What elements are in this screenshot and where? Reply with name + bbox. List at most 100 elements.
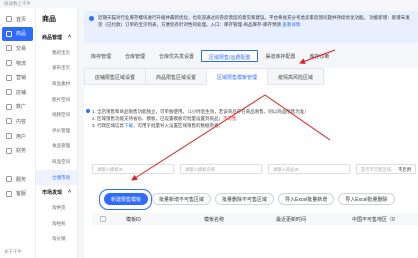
notice-link[interactable]: 查看详情 bbox=[282, 22, 300, 27]
nav-label: 物流 bbox=[16, 60, 27, 67]
tip-line-2: 2. 区域限售功能支持省份、模板，已设置模板可批量设置到商品；不可售 bbox=[92, 115, 392, 122]
nav2-item[interactable]: 商品素材 bbox=[36, 76, 77, 92]
template-name-input[interactable]: 请输入模板名称 bbox=[180, 164, 262, 174]
tips-panel: 1. 全店限售和商品限售功能独立，可单独使用。（1小时后生效，若该商品存在商品限… bbox=[86, 108, 392, 129]
batch-add-button[interactable]: 批量新增不可售区域 bbox=[152, 193, 212, 205]
notice-banner: 近期天猫对行业库存模块进行升级并最新优化，也欢迎通过问卷反馈您的意见和建议。平台… bbox=[84, 11, 418, 43]
nav-label: 交易 bbox=[16, 45, 27, 52]
nav-label: 服务 bbox=[16, 176, 27, 183]
col-updated-time: 最近更新时间 bbox=[276, 217, 307, 223]
nav-item-service[interactable]: 服务 bbox=[0, 172, 35, 187]
data-icon bbox=[6, 103, 12, 110]
about-link[interactable]: 关于千牛 bbox=[4, 249, 22, 255]
subtab-template-manage[interactable]: 区域限售模板管理 bbox=[206, 68, 269, 85]
col-unsaleable-region: 中国不可售地区（0 bbox=[352, 217, 395, 223]
select-value: 不启用 bbox=[398, 167, 411, 172]
template-id-input[interactable]: 请输入模板ID bbox=[92, 164, 174, 174]
nav-item-finance[interactable]: 财务 bbox=[0, 143, 35, 158]
section-title: 商品 bbox=[42, 16, 56, 23]
content-card: 店铺限售区域设置 商品限售区域设置 区域限售模板管理 疫情高风险区域 1. 全店… bbox=[84, 68, 418, 258]
nav-item-home[interactable]: 首页 bbox=[0, 12, 35, 27]
marketing-icon bbox=[6, 74, 12, 81]
unsaleable-select[interactable]: 是否不可售区域 不启用 bbox=[356, 164, 416, 174]
nav-item-marketing[interactable]: 营销 bbox=[0, 70, 35, 85]
select-all-checkbox[interactable] bbox=[100, 216, 106, 222]
nav2-item[interactable]: 食品管理 bbox=[36, 139, 77, 155]
nav-item-content[interactable]: 内容 bbox=[0, 114, 35, 129]
trade-icon bbox=[6, 45, 12, 52]
chevron-up-icon: ˄ bbox=[68, 34, 71, 40]
group-label: 市场发现 bbox=[42, 190, 63, 197]
goods-icon bbox=[6, 30, 12, 37]
nav-label: 营销 bbox=[16, 75, 27, 82]
batch-delete-button[interactable]: 批量删除不可售区域 bbox=[215, 193, 275, 205]
group-goods-manage[interactable]: 商品管理 ˄ bbox=[36, 30, 77, 45]
tip-emphasis: 不可售 bbox=[223, 116, 237, 121]
tip-text: 2. 区域限售功能支持省份、模板，已设置模板可批量设置到商品； bbox=[92, 116, 224, 121]
col-template-name: 模板名称 bbox=[204, 217, 225, 223]
main-content: 近期天猫对行业库存模块进行升级并最新优化，也欢迎通过问卷反馈您的意见和建议。平台… bbox=[78, 8, 418, 258]
nav-label: 首页 bbox=[16, 16, 27, 23]
home-icon bbox=[6, 16, 12, 23]
nav2-item[interactable]: 评价管理 bbox=[36, 123, 77, 139]
content-icon bbox=[6, 118, 12, 125]
tip-text: 3. 行政区域信息 bbox=[92, 123, 125, 128]
tab-inventory-diagnosis[interactable]: 库存诊断 bbox=[302, 50, 336, 62]
nav-label: 用户 bbox=[16, 133, 27, 140]
nav-label: 内容 bbox=[16, 118, 27, 125]
subtab-shop-restrict[interactable]: 店铺限售区域设置 bbox=[84, 68, 147, 85]
info-icon bbox=[89, 16, 94, 21]
nav-item-trade[interactable]: 交易 bbox=[0, 41, 35, 56]
nav2-item[interactable]: 视频空间 bbox=[36, 107, 77, 123]
col-template-id: 模板ID bbox=[126, 217, 142, 223]
primary-nav: 首页 商品 交易 物流 营销 店铺 数广 内容 用户 财务 服务 客服 关于千牛 bbox=[0, 8, 36, 258]
nav2-item[interactable]: 淘分销 bbox=[36, 232, 77, 248]
import-add-button[interactable]: 导入Excel批量新增 bbox=[278, 193, 335, 205]
tab-region-restrict[interactable]: 区域限售/运费配置 bbox=[201, 50, 259, 62]
finance-icon bbox=[6, 147, 12, 154]
highlight-ring bbox=[99, 189, 152, 210]
tab-warehouse-priority[interactable]: 仓库优先发设置 bbox=[152, 50, 201, 62]
download-link[interactable]: 下载 bbox=[124, 123, 133, 128]
tab-warehouse[interactable]: 仓库管理 bbox=[118, 50, 152, 62]
tab-channel-inventory[interactable]: 渠道库存配置 bbox=[258, 50, 302, 62]
nav2-item[interactable]: 发布宝贝 bbox=[36, 61, 77, 77]
product-id-input[interactable]: 请输入商品ID bbox=[268, 164, 350, 174]
nav-item-user[interactable]: 用户 bbox=[0, 129, 35, 144]
chevron-up-icon: ˄ bbox=[68, 189, 71, 196]
logistics-icon bbox=[6, 60, 12, 67]
group-market[interactable]: 市场发现 ˄ bbox=[36, 185, 77, 200]
nav-item-cs[interactable]: 客服 bbox=[0, 187, 35, 202]
nav2-item[interactable]: 淘经机 bbox=[36, 216, 77, 232]
nav2-item[interactable]: 商品空间 bbox=[36, 154, 77, 170]
info-icon bbox=[86, 109, 90, 113]
table-header: 模板ID 模板名称 最近更新时间 中国不可售地区（0 bbox=[92, 213, 418, 225]
shop-icon bbox=[6, 89, 12, 96]
nav-item-goods[interactable]: 商品 bbox=[2, 26, 33, 42]
secondary-nav: 商品 商品管理 ˄ 我的宝贝 发布宝贝 商品素材 图片空间 视频空间 评价管理 食… bbox=[36, 8, 78, 258]
nav-item-data[interactable]: 数广 bbox=[0, 100, 35, 115]
nav-label: 数广 bbox=[16, 104, 27, 111]
top-tabs: 库存管理 仓库管理 仓库优先发设置 区域限售/运费配置 渠道库存配置 库存诊断 bbox=[84, 50, 336, 62]
nav2-item[interactable]: 我的宝贝 bbox=[36, 45, 77, 61]
tab-inventory[interactable]: 库存管理 bbox=[84, 50, 118, 62]
subtab-epidemic-region[interactable]: 疫情高风险区域 bbox=[267, 68, 325, 85]
cs-icon bbox=[6, 190, 12, 197]
tip-line-3: 3. 行政区域信息下载，可用于批量导入设置区域限售的数据参考。 bbox=[92, 122, 392, 129]
nav-label: 财务 bbox=[16, 148, 27, 155]
sub-tabs: 店铺限售区域设置 商品限售区域设置 区域限售模板管理 疫情高风险区域 bbox=[84, 68, 325, 85]
nav2-item-active[interactable]: 仓储市场 bbox=[36, 169, 77, 186]
filter-bar: 请输入模板ID 请输入模板名称 请输入商品ID 是否不可售区域 不启用 bbox=[92, 164, 416, 174]
nav2-item[interactable]: 图片空间 bbox=[36, 92, 77, 108]
tip-text: ，可用于批量导入设置区域限售的数据参考。 bbox=[133, 123, 224, 128]
import-delete-button[interactable]: 导入Excel批量删除 bbox=[338, 193, 395, 205]
nav-item-shop[interactable]: 店铺 bbox=[0, 85, 35, 100]
subtab-product-restrict[interactable]: 商品限售区域设置 bbox=[145, 68, 208, 85]
nav-item-logistics[interactable]: 物流 bbox=[0, 56, 35, 71]
topbar-text: 链速数上千牛 bbox=[4, 1, 31, 6]
nav-label: 店铺 bbox=[16, 89, 27, 96]
tip-line-1: 1. 全店限售和商品限售功能独立，可单独使用。（1小时后生效，若该商品存在商品限… bbox=[92, 109, 309, 114]
action-bar: 新建限售模板 批量新增不可售区域 批量删除不可售区域 导入Excel批量新增 导… bbox=[99, 189, 395, 210]
nav2-item[interactable]: 淘供货 bbox=[36, 200, 77, 216]
nav-label: 客服 bbox=[16, 191, 27, 198]
